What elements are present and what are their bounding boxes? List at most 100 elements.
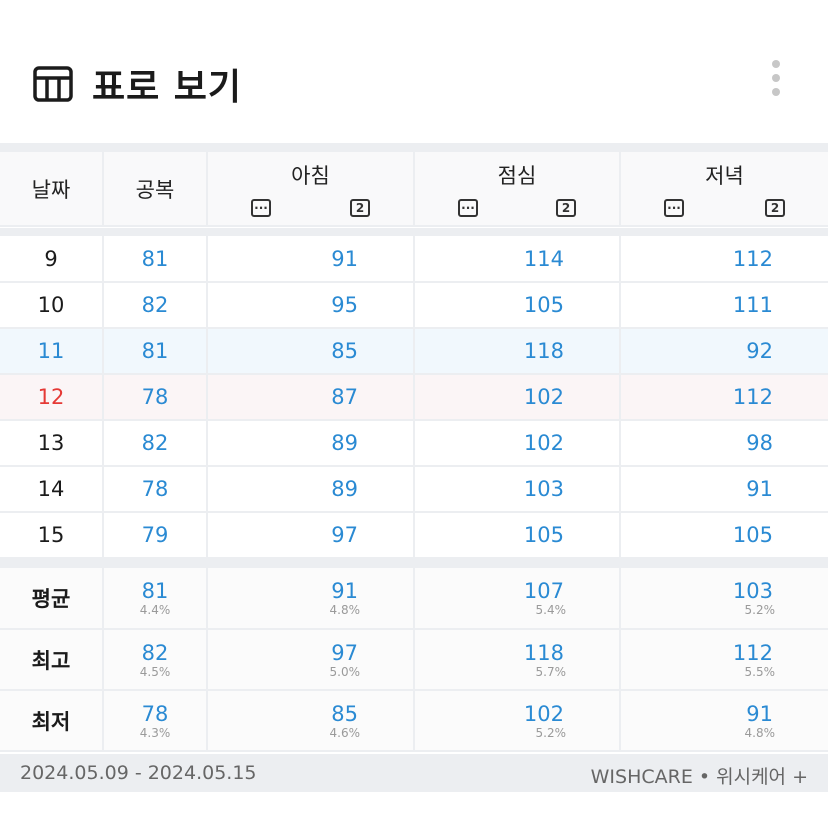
table-row[interactable]: 10 82 95 105 111 <box>0 282 828 329</box>
date-cell: 15 <box>0 512 104 559</box>
lunch-cell: 103 <box>414 466 621 513</box>
lunch-stat: 107 5.4% <box>414 568 621 630</box>
stat-value: 107 <box>523 579 564 603</box>
table-row[interactable]: 14 78 89 103 91 <box>0 466 828 513</box>
fasting-cell: 79 <box>103 512 208 559</box>
meal-name: 저녁 <box>705 164 744 188</box>
stat-percent: 5.4% <box>535 603 567 617</box>
dinner-cell: 111 <box>620 282 828 329</box>
breakfast-cell: 97 <box>207 512 415 559</box>
after-2h-icon: 2 <box>765 199 785 217</box>
stat-value: 102 <box>523 701 564 726</box>
lunch-cell: 102 <box>414 374 621 421</box>
stat-value: 91 <box>746 701 773 726</box>
header: 표로 보기 <box>0 0 828 143</box>
before-meal-icon: ··· <box>458 199 478 217</box>
table-header: 날짜 공복 아침 ··· 2 점심 ··· 2 저녁 ··· 2 <box>0 152 828 227</box>
stats-table: 평균 81 4.4% 91 4.8% 107 5.4% 103 5.2% 최고 82 4.… <box>0 568 828 752</box>
divider <box>0 143 828 152</box>
stats-row-min: 최저 78 4.3% 85 4.6% 102 5.2% 91 4.8% <box>0 690 828 752</box>
fasting-cell: 81 <box>103 236 208 283</box>
stat-label: 최고 <box>0 629 104 691</box>
stat-percent: 4.5% <box>139 664 171 679</box>
stat-label: 평균 <box>0 568 104 630</box>
fasting-column-header: 공복 <box>103 152 208 227</box>
dinner-stat: 112 5.5% <box>620 629 828 691</box>
dinner-cell: 98 <box>620 420 828 467</box>
lunch-cell: 102 <box>414 420 621 467</box>
before-meal-icon: ··· <box>664 199 684 217</box>
data-table: 9 81 91 114 112 10 82 95 105 111 11 81 8… <box>0 236 828 559</box>
footer: 2024.05.09 - 2024.05.15 WISHCARE • 위시케어 … <box>0 754 828 792</box>
before-meal-icon: ··· <box>251 199 271 217</box>
fasting-cell: 82 <box>103 420 208 467</box>
stat-value: 82 <box>141 640 169 665</box>
fasting-cell: 78 <box>103 466 208 513</box>
dinner-stat: 103 5.2% <box>620 568 828 630</box>
divider <box>0 228 828 236</box>
meal-name: 아침 <box>291 164 330 188</box>
lunch-stat: 118 5.7% <box>414 629 621 691</box>
brand-label: WISHCARE • 위시케어 + <box>590 766 808 788</box>
dinner-cell: 91 <box>620 466 828 513</box>
breakfast-cell: 95 <box>207 282 415 329</box>
date-column-header: 날짜 <box>0 152 104 227</box>
fasting-stat: 82 4.5% <box>103 629 208 691</box>
meal-name: 점심 <box>497 164 537 188</box>
date-cell: 13 <box>0 420 104 467</box>
breakfast-cell: 87 <box>207 374 415 421</box>
breakfast-stat: 97 5.0% <box>207 629 415 691</box>
dinner-stat: 91 4.8% <box>620 690 828 752</box>
stats-row-max: 최고 82 4.5% 97 5.0% 118 5.7% 112 5.5% <box>0 629 828 691</box>
breakfast-cell: 91 <box>207 236 415 283</box>
lunch-cell: 105 <box>414 512 621 559</box>
date-range: 2024.05.09 - 2024.05.15 <box>20 762 257 784</box>
stat-value: 91 <box>331 579 358 603</box>
stat-percent: 4.8% <box>329 603 361 617</box>
stat-value: 81 <box>141 579 169 603</box>
stat-value: 112 <box>732 640 773 665</box>
table-row[interactable]: 15 79 97 105 105 <box>0 512 828 559</box>
fasting-stat: 81 4.4% <box>103 568 208 630</box>
table-row[interactable]: 11 81 85 118 92 <box>0 328 828 375</box>
fasting-stat: 78 4.3% <box>103 690 208 752</box>
breakfast-cell: 89 <box>207 420 415 467</box>
table-row[interactable]: 13 82 89 102 98 <box>0 420 828 467</box>
breakfast-stat: 91 4.8% <box>207 568 415 630</box>
stat-percent: 4.6% <box>329 725 361 740</box>
stat-label: 최저 <box>0 690 104 752</box>
stat-value: 78 <box>141 701 169 726</box>
lunch-cell: 114 <box>414 236 621 283</box>
date-cell: 11 <box>0 328 104 375</box>
stat-value: 118 <box>523 640 564 665</box>
dinner-cell: 112 <box>620 236 828 283</box>
more-options-icon[interactable] <box>768 58 784 98</box>
lunch-cell: 118 <box>414 328 621 375</box>
stat-percent: 5.7% <box>535 664 567 679</box>
breakfast-cell: 85 <box>207 328 415 375</box>
stat-percent: 4.3% <box>139 725 171 740</box>
fasting-cell: 78 <box>103 374 208 421</box>
date-cell: 9 <box>0 236 104 283</box>
stat-percent: 5.5% <box>744 664 776 679</box>
lunch-cell: 105 <box>414 282 621 329</box>
table-row[interactable]: 12 78 87 102 112 <box>0 374 828 421</box>
stat-percent: 4.8% <box>744 725 776 740</box>
lunch-stat: 102 5.2% <box>414 690 621 752</box>
dinner-cell: 105 <box>620 512 828 559</box>
lunch-column-header: 점심 ··· 2 <box>414 152 621 227</box>
stat-value: 97 <box>331 640 358 665</box>
page-title: 표로 보기 <box>92 67 243 108</box>
breakfast-cell: 89 <box>207 466 415 513</box>
breakfast-stat: 85 4.6% <box>207 690 415 752</box>
after-2h-icon: 2 <box>556 199 576 217</box>
fasting-cell: 82 <box>103 282 208 329</box>
table-row[interactable]: 9 81 91 114 112 <box>0 236 828 283</box>
stat-percent: 5.0% <box>329 664 361 679</box>
date-cell: 14 <box>0 466 104 513</box>
after-2h-icon: 2 <box>350 199 370 217</box>
fasting-cell: 81 <box>103 328 208 375</box>
stat-percent: 5.2% <box>744 603 776 617</box>
divider <box>0 558 828 568</box>
date-cell: 10 <box>0 282 104 329</box>
